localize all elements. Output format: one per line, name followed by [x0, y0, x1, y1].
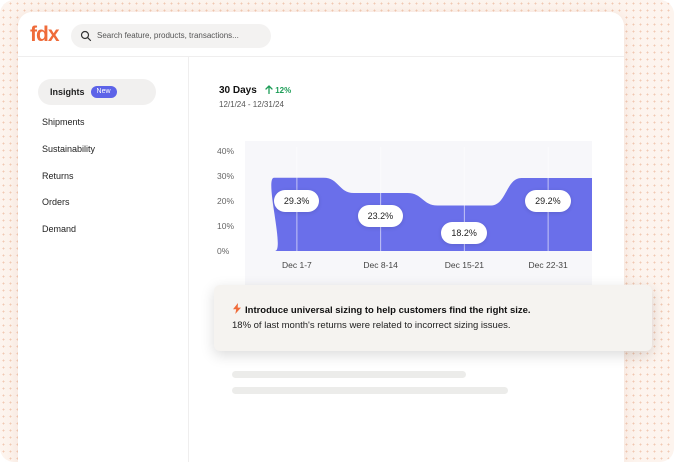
search-input[interactable]: Search feature, products, transactions..…: [97, 30, 239, 42]
lightning-icon: [233, 303, 241, 314]
date-range: 12/1/24 - 12/31/24: [219, 100, 284, 109]
sidebar-item-label: Insights: [50, 87, 85, 97]
sidebar-item-label: Returns: [42, 171, 74, 181]
search-bar[interactable]: Search feature, products, transactions..…: [71, 24, 271, 48]
new-badge: New: [90, 85, 117, 98]
y-tick-label: 10%: [217, 221, 234, 231]
insight-card[interactable]: Introduce universal sizing to help custo…: [214, 285, 652, 351]
y-tick-label: 0%: [217, 246, 230, 256]
insight-title: Introduce universal sizing to help custo…: [232, 303, 531, 316]
sidebar-item-orders[interactable]: Orders: [38, 189, 156, 215]
sidebar-item-label: Shipments: [42, 117, 85, 127]
sidebar-item-returns[interactable]: Returns: [38, 163, 156, 189]
skeleton-line: [232, 371, 466, 378]
sidebar-item-sustainability[interactable]: Sustainability: [38, 136, 156, 162]
trend-value: 12%: [275, 86, 292, 95]
sidebar-item-label: Demand: [42, 224, 77, 234]
sidebar-item-label: Orders: [42, 197, 70, 207]
sidebar-item-label: Sustainability: [42, 144, 96, 154]
y-tick-label: 40%: [217, 146, 234, 156]
skeleton-line: [232, 387, 508, 394]
search-icon: [80, 30, 92, 42]
y-tick-label: 20%: [217, 196, 234, 206]
x-tick-label: Dec 15-21: [445, 260, 484, 270]
logo[interactable]: fdx: [30, 24, 59, 46]
app-window: fdx Search feature, products, transactio…: [18, 12, 624, 462]
main-content: 30 Days 12% 12/1/24 - 12/31/24 40% 30% 20%…: [189, 57, 624, 462]
sidebar: Insights New Shipments Sustainability Ret…: [18, 57, 189, 462]
returns-chart: 40% 30% 20% 10% 0% Dec 1-7 Dec 8-14 Dec 15-21 De…: [207, 137, 594, 287]
x-tick-label: Dec 22-31: [529, 260, 568, 270]
arrow-up-icon: [265, 85, 273, 95]
top-bar: fdx Search feature, products, transactio…: [18, 12, 624, 57]
sidebar-item-demand[interactable]: Demand: [38, 216, 156, 242]
trend-indicator: 12%: [265, 85, 291, 95]
period-title: 30 Days: [219, 85, 257, 96]
insight-body: 18% of last month's returns were related…: [232, 320, 511, 331]
data-label: 18.2%: [441, 221, 487, 244]
data-label: 29.2%: [525, 190, 571, 212]
x-tick-label: Dec 8-14: [363, 260, 398, 270]
data-label: 29.3%: [273, 189, 320, 212]
sidebar-item-insights[interactable]: Insights New: [38, 79, 156, 105]
y-tick-label: 30%: [217, 171, 234, 181]
sidebar-item-shipments[interactable]: Shipments: [38, 109, 156, 135]
insight-title-text: Introduce universal sizing to help custo…: [245, 305, 531, 316]
x-tick-label: Dec 1-7: [282, 260, 312, 270]
data-label: 23.2%: [357, 205, 404, 227]
